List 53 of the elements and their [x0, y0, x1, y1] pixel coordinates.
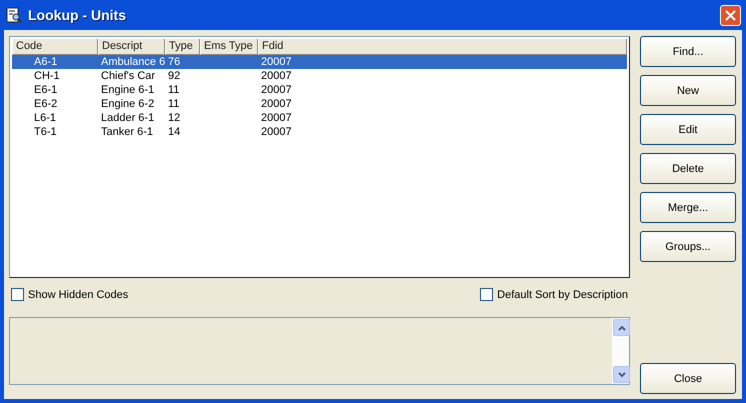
table-cell: Engine 6-2: [101, 98, 154, 110]
scroll-down-icon[interactable]: [613, 366, 630, 383]
column-header[interactable]: Descript: [98, 39, 165, 55]
lookup-icon: [6, 7, 22, 23]
column-header[interactable]: Fdid: [258, 39, 627, 55]
table-cell: 12: [168, 112, 180, 124]
table-cell: 92: [168, 70, 180, 82]
checkbox-label: Show Hidden Codes: [28, 288, 128, 300]
table-cell: 20007: [261, 70, 292, 82]
column-header[interactable]: Code: [12, 39, 98, 55]
action-button[interactable]: Groups...: [640, 231, 736, 262]
table-cell: 76: [168, 56, 180, 68]
checkbox-label: Default Sort by Description: [497, 288, 628, 300]
checkbox[interactable]: [11, 288, 24, 301]
action-button[interactable]: Delete: [640, 153, 736, 184]
action-button[interactable]: Find...: [640, 36, 736, 67]
table-cell: T6-1: [34, 126, 57, 138]
table-cell: Tanker 6-1: [101, 126, 153, 138]
action-button[interactable]: New: [640, 75, 736, 106]
table-row[interactable]: E6-2 Engine 6-2 11 20007: [12, 97, 627, 111]
table-cell: L6-1: [34, 112, 56, 124]
checkbox[interactable]: [480, 288, 494, 301]
column-header[interactable]: Type: [165, 39, 200, 55]
table-cell: Ambulance 6: [101, 56, 165, 68]
table-cell: 14: [168, 126, 180, 138]
table-cell: E6-1: [34, 84, 58, 96]
table-row[interactable]: T6-1 Tanker 6-1 14 20007: [12, 125, 627, 139]
table-cell: 20007: [261, 112, 292, 124]
column-header[interactable]: Ems Type: [200, 39, 258, 55]
action-button[interactable]: Merge...: [640, 192, 736, 223]
table-cell: 20007: [261, 126, 292, 138]
table-row[interactable]: L6-1 Ladder 6-1 12 20007: [12, 111, 627, 125]
table-row[interactable]: E6-1 Engine 6-1 11 20007: [12, 83, 627, 97]
table-cell: E6-2: [34, 98, 58, 110]
table-cell: Ladder 6-1: [101, 112, 154, 124]
table-cell: 11: [168, 84, 180, 96]
table-cell: Engine 6-1: [101, 84, 154, 96]
close-button[interactable]: Close: [640, 363, 736, 394]
table-cell: 20007: [261, 98, 292, 110]
table-cell: CH-1: [34, 70, 60, 82]
table-cell: 20007: [261, 84, 292, 96]
table-cell: A6-1: [34, 56, 58, 68]
window-title: Lookup - Units: [28, 7, 127, 23]
notes-field[interactable]: [9, 317, 630, 385]
table-cell: 11: [168, 98, 180, 110]
close-icon[interactable]: [720, 4, 741, 26]
action-button[interactable]: Edit: [640, 114, 736, 145]
table-cell: Chief's Car: [101, 70, 156, 82]
table-row[interactable]: CH-1 Chief's Car 92 20007: [12, 69, 627, 83]
table-row[interactable]: A6-1 Ambulance 6 76 20007: [12, 55, 627, 69]
table-cell: 20007: [261, 56, 292, 68]
scrollbar[interactable]: [612, 318, 629, 384]
scroll-up-icon[interactable]: [613, 319, 630, 336]
